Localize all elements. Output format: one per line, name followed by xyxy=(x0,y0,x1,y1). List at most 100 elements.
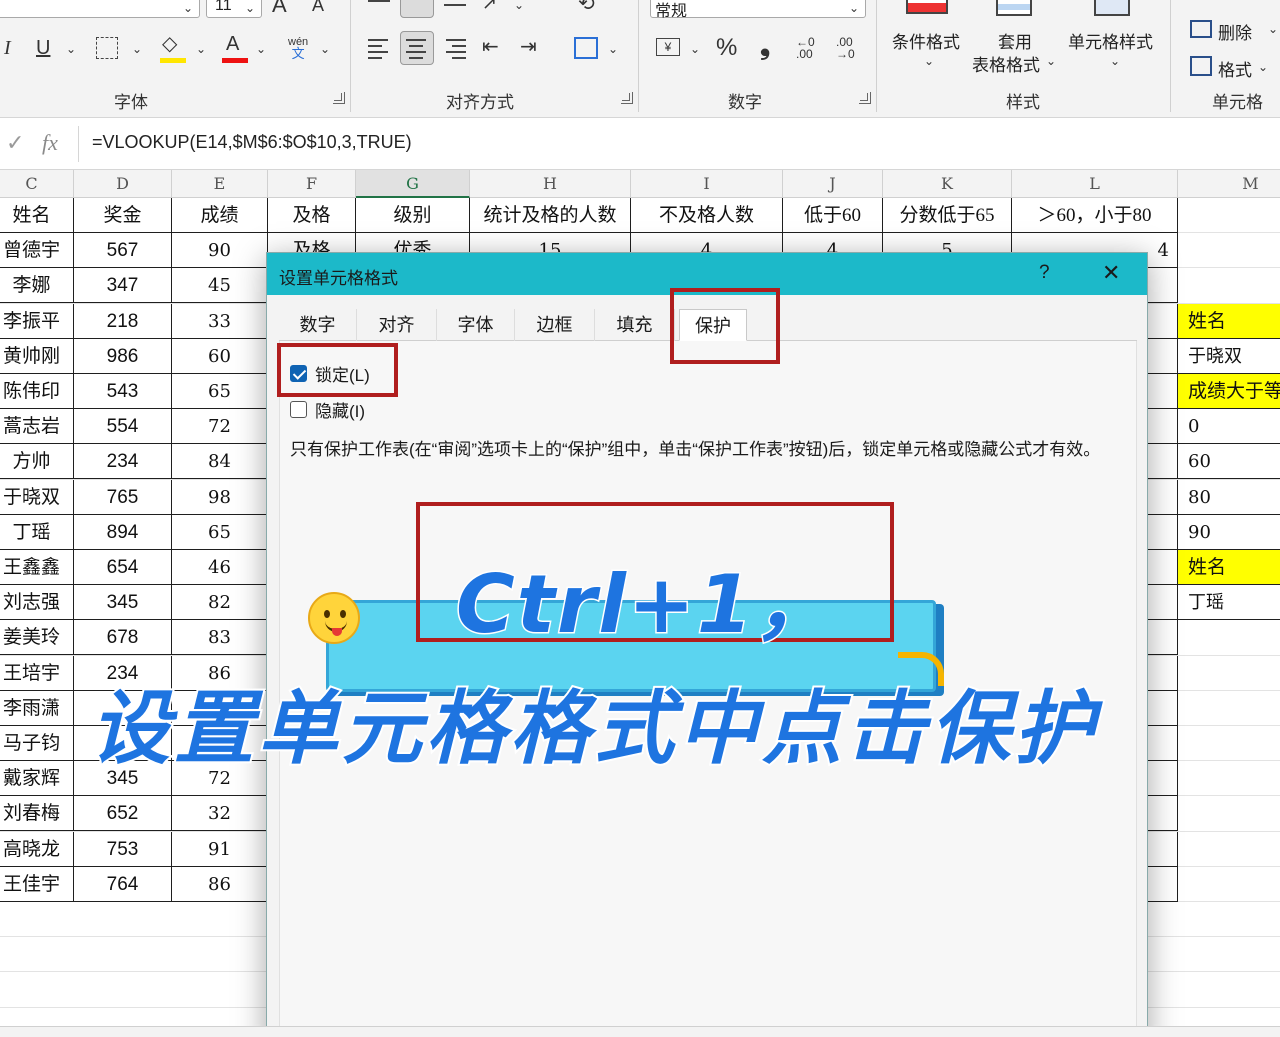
table-header-cell[interactable]: 低于60 xyxy=(783,198,883,233)
score-cell[interactable]: 82 xyxy=(172,585,268,621)
lookup-cell[interactable]: 0 xyxy=(1178,409,1280,445)
chevron-down-icon[interactable]: ⌄ xyxy=(132,42,142,56)
table-header-cell[interactable]: 统计及格的人数 xyxy=(470,198,631,233)
table-header-cell[interactable]: 及格 xyxy=(268,198,356,233)
align-top-icon[interactable] xyxy=(368,0,390,14)
table-header-cell[interactable]: ＞60，小于80 xyxy=(1012,198,1178,233)
bonus-cell[interactable]: 652 xyxy=(74,796,172,832)
bonus-cell[interactable]: 567 xyxy=(74,233,172,269)
enter-check-icon[interactable]: ✓ xyxy=(6,130,24,156)
score-cell[interactable]: 91 xyxy=(172,831,268,867)
column-header-g[interactable]: G xyxy=(356,170,470,198)
name-cell[interactable]: 王佳宇 xyxy=(0,866,74,902)
lookup-cell[interactable]: 丁瑶 xyxy=(1178,585,1280,621)
column-header-h[interactable]: H xyxy=(470,170,631,198)
dialog-launcher-icon[interactable] xyxy=(333,92,345,104)
bonus-cell[interactable]: 218 xyxy=(74,303,172,339)
score-cell[interactable]: 72 xyxy=(172,409,268,445)
chevron-down-icon[interactable]: ⌄ xyxy=(1258,60,1268,74)
chevron-down-icon[interactable]: ⌄ xyxy=(66,42,76,56)
name-cell[interactable]: 戴家辉 xyxy=(0,761,74,797)
orientation-icon[interactable]: ↗ xyxy=(482,0,497,12)
hidden-checkbox[interactable] xyxy=(290,401,307,418)
chevron-down-icon[interactable]: ⌄ xyxy=(690,42,700,56)
font-size-dropdown[interactable]: 11 ⌄ xyxy=(206,0,262,18)
column-header-l[interactable]: L xyxy=(1012,170,1178,198)
decrease-indent-icon[interactable]: ⇤ xyxy=(482,37,499,57)
underline-icon[interactable]: U xyxy=(36,38,50,58)
align-middle-button[interactable] xyxy=(400,0,434,18)
chevron-down-icon[interactable]: ⌄ xyxy=(1110,54,1120,68)
chevron-down-icon[interactable]: ⌄ xyxy=(320,42,330,56)
table-header-cell[interactable]: 级别 xyxy=(356,198,470,233)
name-cell[interactable]: 陈伟印 xyxy=(0,374,74,409)
bonus-cell[interactable]: 654 xyxy=(74,550,172,585)
column-header-e[interactable]: E xyxy=(172,170,268,198)
name-cell[interactable]: 王培宇 xyxy=(0,655,74,691)
lookup-cell[interactable]: 90 xyxy=(1178,515,1280,550)
align-right-icon[interactable] xyxy=(446,39,468,59)
chevron-down-icon[interactable]: ⌄ xyxy=(256,42,266,56)
name-cell[interactable]: 黄帅刚 xyxy=(0,338,74,374)
decrease-font-icon[interactable]: A xyxy=(312,0,324,14)
column-header-d[interactable]: D xyxy=(74,170,172,198)
lookup-cell[interactable]: 姓名 xyxy=(1178,303,1280,339)
bonus-cell[interactable]: 764 xyxy=(74,866,172,902)
lookup-cell[interactable]: 80 xyxy=(1178,480,1280,515)
name-cell[interactable]: 王鑫鑫 xyxy=(0,550,74,585)
table-header-cell[interactable]: 奖金 xyxy=(74,198,172,233)
dialog-launcher-icon[interactable] xyxy=(859,92,871,104)
name-cell[interactable]: 方帅 xyxy=(0,444,74,480)
column-header-f[interactable]: F xyxy=(268,170,356,198)
score-cell[interactable]: 32 xyxy=(172,796,268,832)
border-icon[interactable] xyxy=(96,37,118,59)
wrap-text-icon[interactable]: ⟲ xyxy=(578,0,595,14)
name-cell[interactable]: 丁瑶 xyxy=(0,514,74,550)
cell-styles-icon[interactable] xyxy=(1094,0,1130,16)
chevron-down-icon[interactable]: ⌄ xyxy=(196,42,206,56)
percent-icon[interactable]: % xyxy=(716,36,737,60)
score-cell[interactable]: 83 xyxy=(172,620,268,656)
lookup-cell[interactable]: 于晓双 xyxy=(1178,339,1280,374)
name-cell[interactable]: 刘志强 xyxy=(0,585,74,621)
bonus-cell[interactable]: 986 xyxy=(74,338,172,374)
column-header-k[interactable]: K xyxy=(883,170,1012,198)
format-icon[interactable] xyxy=(1190,56,1212,76)
tab-alignment[interactable]: 对齐 xyxy=(357,309,437,341)
decrease-decimal-icon[interactable]: .00 →0 xyxy=(836,36,855,60)
increase-decimal-icon[interactable]: ←0.00 xyxy=(796,36,815,60)
score-cell[interactable]: 65 xyxy=(172,374,268,409)
score-cell[interactable]: 46 xyxy=(172,550,268,585)
increase-indent-icon[interactable]: ⇥ xyxy=(520,37,537,57)
tab-fill[interactable]: 填充 xyxy=(595,309,675,341)
formula-input[interactable]: =VLOOKUP(E14,$M$6:$O$10,3,TRUE) xyxy=(92,132,412,153)
font-color-icon[interactable]: A xyxy=(226,34,239,54)
lookup-cell[interactable]: 成绩大于等 xyxy=(1178,374,1280,409)
bonus-cell[interactable]: 554 xyxy=(74,409,172,445)
close-icon[interactable]: ✕ xyxy=(1102,260,1120,286)
fill-color-icon[interactable]: ◇ xyxy=(162,34,177,54)
name-cell[interactable]: 李娜 xyxy=(0,268,74,304)
delete-icon[interactable] xyxy=(1190,20,1212,38)
cell-styles-button[interactable]: 单元格样式 xyxy=(1068,28,1153,53)
name-cell[interactable]: 蒿志岩 xyxy=(0,409,74,445)
align-left-icon[interactable] xyxy=(368,39,390,59)
name-cell[interactable]: 曾德宇 xyxy=(0,233,74,269)
column-header-i[interactable]: I xyxy=(631,170,783,198)
comma-style-icon[interactable]: ❟ xyxy=(760,32,770,58)
hidden-option[interactable]: 隐藏(I) xyxy=(290,397,365,422)
score-cell[interactable]: 84 xyxy=(172,444,268,480)
currency-icon[interactable]: ¥ xyxy=(656,38,680,56)
bonus-cell[interactable]: 765 xyxy=(74,479,172,515)
column-header-m[interactable]: M xyxy=(1178,170,1280,198)
score-cell[interactable]: 65 xyxy=(172,514,268,550)
table-header-cell[interactable]: 不及格人数 xyxy=(631,198,783,233)
name-cell[interactable]: 于晓双 xyxy=(0,479,74,515)
format-button[interactable]: 格式 xyxy=(1218,56,1252,81)
format-as-table-button[interactable]: 表格格式 xyxy=(972,51,1040,76)
bonus-cell[interactable]: 347 xyxy=(74,268,172,304)
score-cell[interactable]: 90 xyxy=(172,233,268,269)
name-cell[interactable]: 刘春梅 xyxy=(0,796,74,832)
italic-icon[interactable]: I xyxy=(4,38,11,58)
conditional-format-button[interactable]: 条件格式 xyxy=(892,28,960,53)
